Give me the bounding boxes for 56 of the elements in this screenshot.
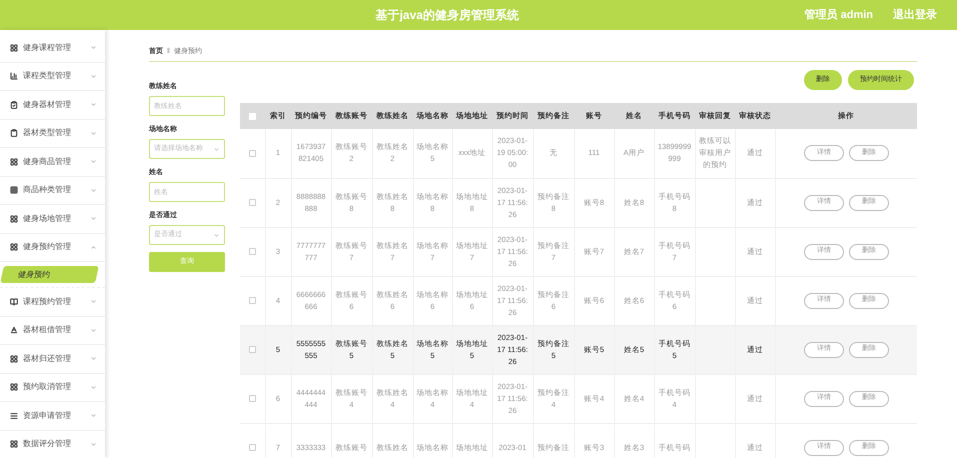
row-checkbox[interactable]: [248, 395, 256, 402]
chevron-down-icon: [90, 412, 97, 420]
menu-item[interactable]: 健身商品管理: [0, 148, 105, 176]
row-checkbox[interactable]: [248, 346, 256, 353]
submenu-item[interactable]: 健身预约: [0, 266, 99, 283]
chevron-down-icon: [90, 44, 97, 52]
chevron-down-icon: [90, 384, 97, 391]
clipboard-icon: [10, 129, 18, 138]
chevron-down-icon: [90, 130, 97, 137]
chevron-down-icon: [90, 355, 97, 362]
grid-icon: [10, 440, 18, 448]
menu-item[interactable]: 资源申请管理: [0, 402, 105, 430]
grid-icon: [10, 186, 18, 194]
row-checkbox[interactable]: [248, 444, 256, 451]
text-icon: [10, 326, 18, 334]
clipboard-check-icon: [10, 100, 18, 109]
row-checkbox[interactable]: [248, 150, 256, 157]
select-all-checkbox[interactable]: [249, 112, 256, 120]
bar-chart-icon: [10, 72, 18, 80]
menu-item[interactable]: 器材归还管理: [0, 345, 105, 374]
chevron-down-icon: [90, 440, 97, 448]
row-checkbox[interactable]: [248, 297, 256, 304]
lines-icon: [10, 412, 18, 420]
chevron-down-icon: [213, 232, 220, 238]
menu-item[interactable]: 课程预约管理: [0, 288, 105, 316]
grid-icon: [10, 158, 18, 166]
chevron-down-icon: [90, 101, 97, 108]
row-checkbox[interactable]: [248, 199, 256, 206]
app-title: 基于java的健身房管理系统: [376, 7, 519, 24]
chevron-down-icon: [90, 215, 97, 222]
menu-item[interactable]: 健身预约管理: [0, 234, 105, 262]
chevron-down-icon: [90, 158, 97, 166]
chevron-down-icon: [213, 146, 220, 152]
menu-item[interactable]: 器材类型管理: [0, 120, 105, 148]
menu-item[interactable]: 商品种类管理: [0, 176, 105, 205]
grid-icon: [10, 354, 18, 363]
menu-item[interactable]: 预约取消管理: [0, 374, 105, 402]
grid-icon: [10, 383, 18, 392]
chevron-down-icon: [90, 298, 97, 306]
menu-item[interactable]: 健身器材管理: [0, 91, 105, 120]
menu-item[interactable]: 健身课程管理: [0, 34, 105, 62]
row-checkbox[interactable]: [248, 248, 256, 255]
menu-item[interactable]: 器材租借管理: [0, 316, 105, 345]
user-label: 管理员 admin: [804, 8, 873, 23]
chevron-down-icon: [90, 72, 97, 80]
grid-icon: [10, 214, 18, 223]
chevron-down-icon: [90, 326, 97, 334]
grid-icon: [10, 44, 18, 52]
chevron-up-icon: [90, 244, 97, 251]
logout-link[interactable]: 退出登录: [893, 6, 937, 24]
book-icon: [10, 298, 18, 306]
menu-item[interactable]: 健身场地管理: [0, 205, 105, 234]
menu-item[interactable]: 课程类型管理: [0, 62, 105, 91]
grid-icon: [10, 243, 18, 252]
chevron-down-icon: [90, 186, 97, 194]
menu-item[interactable]: 数据评分管理: [0, 430, 105, 458]
